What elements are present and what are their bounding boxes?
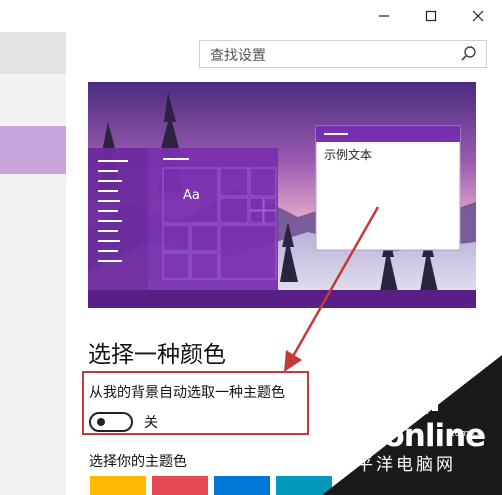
watermark-domain: .com.cn	[447, 429, 483, 439]
watermark-chinese: 太平洋电脑网	[336, 455, 456, 475]
